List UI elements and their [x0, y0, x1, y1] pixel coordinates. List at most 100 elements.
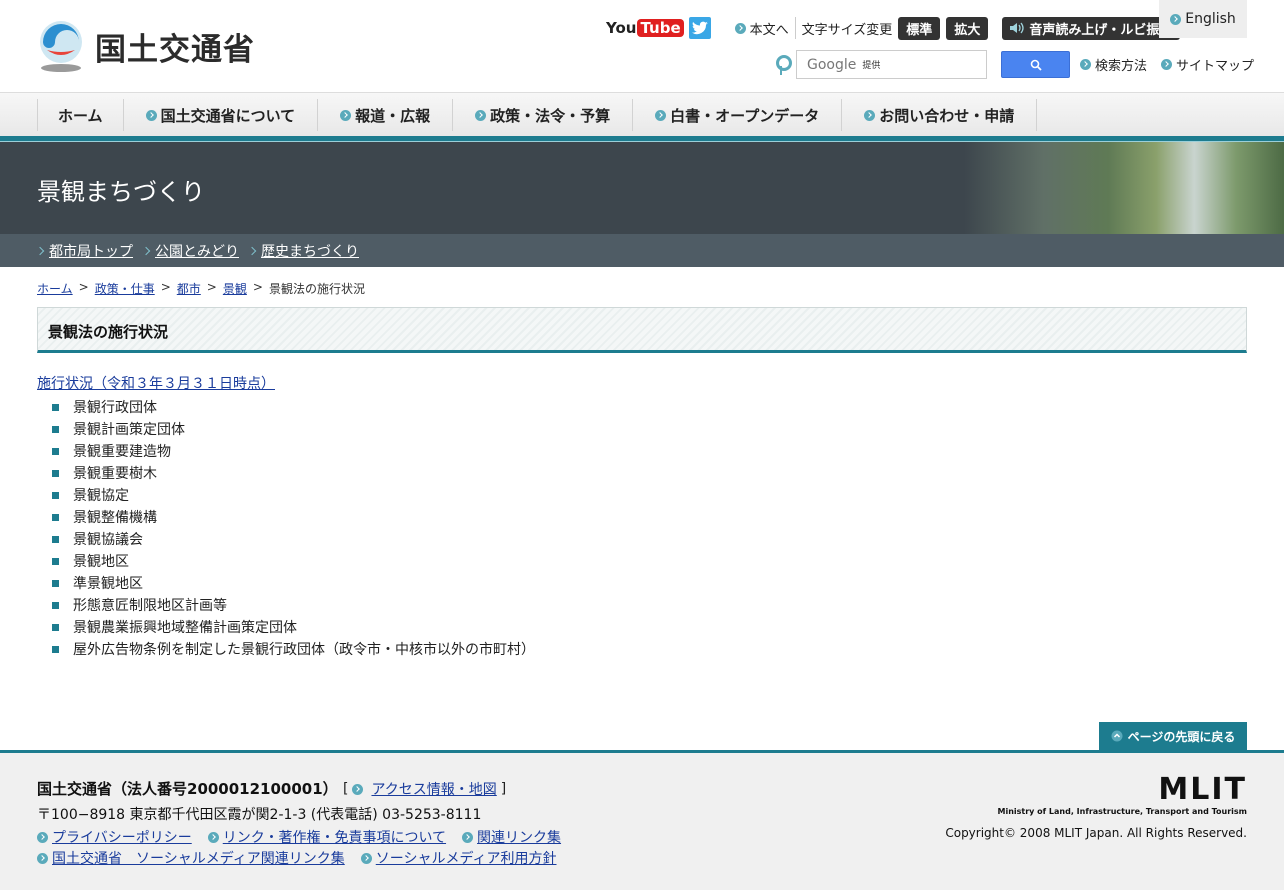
nav-item-press[interactable]: 報道・広報	[317, 99, 452, 131]
search-placeholder: Google	[807, 56, 857, 73]
site-logo[interactable]: 国土交通省	[37, 20, 255, 72]
nav-item-whitepaper[interactable]: 白書・オープンデータ	[632, 99, 841, 131]
twitter-icon[interactable]	[688, 17, 711, 39]
arrow-circle-icon	[734, 22, 746, 34]
sitemap-link[interactable]: サイトマップ	[1161, 55, 1254, 74]
section-banner: 景観まちづくり	[0, 142, 1284, 234]
nav-label: 白書・オープンデータ	[670, 106, 820, 125]
nav-label: お問い合わせ・申請	[879, 106, 1015, 125]
page-title: 景観法の施行状況	[48, 323, 169, 341]
breadcrumb: ホーム > 政策・仕事 > 都市 > 景観 > 景観法の施行状況	[37, 280, 365, 297]
search-provided-text: 提供	[862, 61, 881, 71]
mlit-logo-icon	[37, 20, 85, 72]
breadcrumb-policy[interactable]: 政策・仕事	[95, 280, 155, 297]
location-pin-icon	[776, 54, 792, 75]
nav-label: ホーム	[58, 106, 103, 125]
social-media-links-link[interactable]: 国土交通省 ソーシャルメディア関連リンク集	[52, 848, 345, 868]
mlit-logo-text: MLIT	[1158, 772, 1247, 807]
nav-item-policy[interactable]: 政策・法令・予算	[452, 99, 632, 131]
footer-address: 〒100−8918 東京都千代田区霞が関2-1-3 (代表電話) 03-5253…	[37, 807, 482, 823]
search-method-link[interactable]: 検索方法	[1080, 55, 1147, 74]
breadcrumb-city[interactable]: 都市	[177, 280, 201, 297]
nav-item-home[interactable]: ホーム	[37, 99, 123, 131]
chevron-right-icon	[35, 246, 45, 255]
english-link[interactable]: English	[1159, 0, 1247, 38]
social-media-policy-link[interactable]: ソーシャルメディア利用方針	[376, 848, 557, 868]
nav-label: 報道・広報	[355, 106, 431, 125]
search-button[interactable]	[1001, 51, 1070, 78]
related-links-link[interactable]: 関連リンク集	[477, 827, 561, 847]
bullet-square-icon	[52, 645, 59, 653]
youtube-you-text: You	[606, 19, 637, 37]
chevron-right-icon	[247, 246, 257, 255]
privacy-policy-link[interactable]: プライバシーポリシー	[52, 827, 192, 847]
list-item-label: 景観協議会	[73, 532, 143, 548]
breadcrumb-home[interactable]: ホーム	[37, 280, 73, 297]
nav-label: 政策・法令・予算	[490, 106, 611, 125]
footer-access: [ アクセス情報・地図 ]	[343, 779, 506, 799]
breadcrumb-landscape[interactable]: 景観	[223, 280, 247, 297]
banner-title: 景観まちづくり	[37, 178, 205, 206]
footer-links-row1: プライバシーポリシー リンク・著作権・免責事項について 関連リンク集	[37, 827, 561, 847]
list-item-label: 景観協定	[73, 488, 129, 504]
list-item-label: 景観整備機構	[73, 510, 157, 526]
skip-link-label: 本文へ	[749, 22, 789, 38]
subnav-label: 公園とみどり	[155, 243, 239, 260]
arrow-circle-icon	[864, 109, 876, 121]
access-map-link[interactable]: アクセス情報・地図	[371, 779, 496, 799]
list-item: 形態意匠制限地区計画等	[37, 594, 535, 616]
bracket-open: [	[343, 781, 349, 797]
sub-nav: 都市局トップ 公園とみどり 歴史まちづくり	[0, 234, 1284, 267]
bullet-square-icon	[52, 579, 59, 587]
nav-item-contact[interactable]: お問い合わせ・申請	[841, 99, 1038, 131]
arrow-circle-icon	[37, 852, 48, 864]
back-to-top-button[interactable]: ページの先頭に戻る	[1099, 722, 1247, 750]
youtube-tube-text: Tube	[637, 19, 684, 37]
youtube-link[interactable]: You Tube	[606, 19, 684, 37]
subnav-parks-link[interactable]: 公園とみどり	[141, 241, 239, 261]
subnav-history-link[interactable]: 歴史まちづくり	[247, 241, 359, 261]
footer-link-item: リンク・著作権・免責事項について	[207, 827, 446, 847]
skip-to-content-link[interactable]: 本文へ	[734, 19, 789, 38]
global-nav: ホーム 国土交通省について 報道・広報 政策・法令・予算 白書・オープンデータ …	[0, 92, 1284, 136]
arrow-circle-icon	[1161, 59, 1173, 70]
list-item: 屋外広告物条例を制定した景観行政団体（政令市・中核市以外の市町村）	[37, 638, 535, 660]
list-item-label: 景観地区	[73, 554, 129, 570]
font-standard-button[interactable]: 標準	[898, 16, 941, 40]
footer-link-item: プライバシーポリシー	[37, 827, 192, 847]
list-item: 景観協定	[37, 484, 535, 506]
search-input[interactable]: Google 提供	[796, 50, 987, 79]
bullet-square-icon	[52, 403, 59, 411]
list-item-label: 屋外広告物条例を制定した景観行政団体（政令市・中核市以外の市町村）	[73, 642, 535, 658]
list-item-label: 景観重要建造物	[73, 444, 171, 460]
list-item: 景観行政団体	[37, 396, 535, 418]
font-size-label: 文字サイズ変更	[801, 22, 893, 38]
list-item-label: 景観重要樹木	[73, 466, 157, 482]
page-heading-box: 景観法の施行状況	[37, 307, 1247, 353]
breadcrumb-separator: >	[252, 280, 263, 294]
font-large-button[interactable]: 拡大	[946, 16, 989, 40]
arrow-circle-icon	[462, 831, 474, 843]
subnav-city-bureau-link[interactable]: 都市局トップ	[35, 241, 133, 261]
status-document-link[interactable]: 施行状況（令和３年３月３１日時点）	[37, 376, 275, 392]
bullet-square-icon	[52, 447, 59, 455]
bullet-square-icon	[52, 425, 59, 433]
list-item: 景観農業振興地域整備計画策定団体	[37, 616, 535, 638]
list-item: 景観重要樹木	[37, 462, 535, 484]
bullet-square-icon	[52, 557, 59, 565]
speaker-icon	[1010, 22, 1024, 34]
header-utility-row: You Tube 本文へ 文字サイズ変更 標準 拡大 音声読み上げ・ルビ振り	[606, 16, 1181, 40]
logo-text: 国土交通省	[95, 31, 255, 68]
item-list: 景観行政団体 景観計画策定団体 景観重要建造物 景観重要樹木 景観協定 景観整備…	[37, 396, 535, 660]
divider	[794, 17, 796, 39]
back-to-top-label: ページの先頭に戻る	[1127, 729, 1236, 744]
copyright-disclaimer-link[interactable]: リンク・著作権・免責事項について	[223, 827, 446, 847]
voice-reading-button[interactable]: 音声読み上げ・ルビ振り	[1002, 16, 1181, 40]
nav-item-about[interactable]: 国土交通省について	[122, 99, 318, 131]
subnav-label: 都市局トップ	[49, 243, 133, 260]
list-item-label: 景観計画策定団体	[73, 422, 185, 438]
bullet-square-icon	[52, 491, 59, 499]
nav-label: 国土交通省について	[160, 106, 296, 125]
list-item: 景観整備機構	[37, 506, 535, 528]
list-item: 準景観地区	[37, 572, 535, 594]
